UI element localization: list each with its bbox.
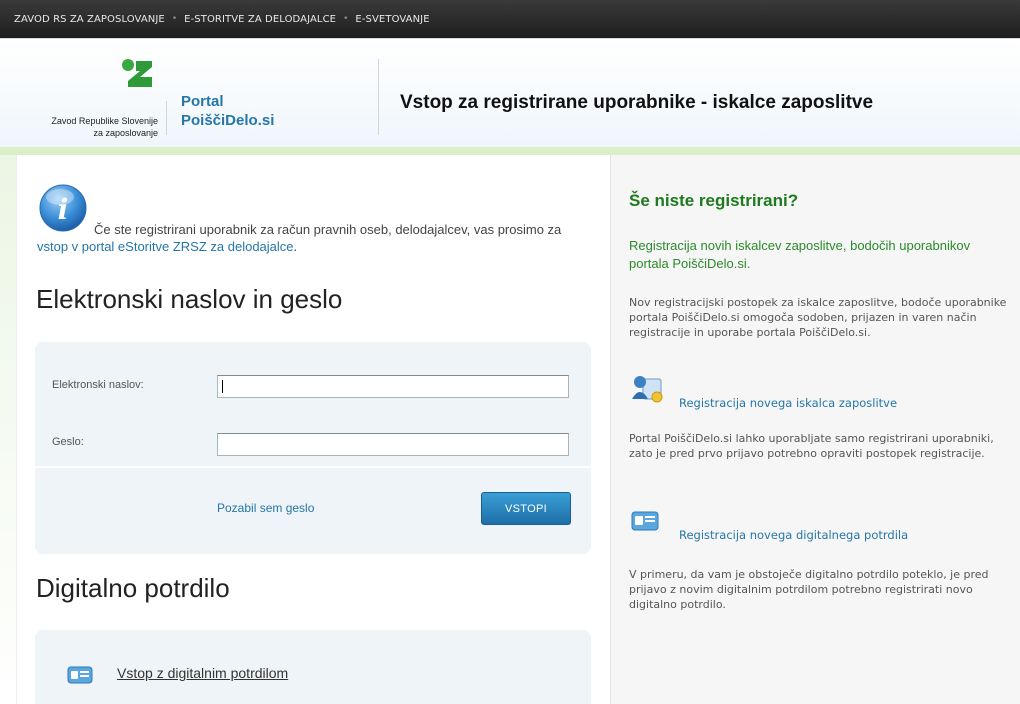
sidebar-lead: Registracija novih iskalcev zaposlitve, … <box>629 238 971 271</box>
user-register-icon <box>632 376 663 403</box>
topnav-separator: • <box>171 14 178 24</box>
topnav-separator: • <box>343 14 349 24</box>
topnav-item-zavod[interactable]: ZAVOD RS ZA ZAPOSLOVANJE <box>14 14 165 25</box>
form-divider <box>35 466 591 468</box>
top-navigation: ZAVOD RS ZA ZAPOSLOVANJE • E-STORITVE ZA… <box>0 0 1020 38</box>
password-field[interactable] <box>217 433 569 456</box>
info-text-before: Če ste registrirani uporabnik za račun p… <box>94 222 562 237</box>
login-form: Elektronski naslov: Geslo: Pozabil sem g… <box>35 342 591 554</box>
id-card-icon <box>67 666 93 684</box>
password-label: Geslo: <box>52 436 84 448</box>
page-header: Zavod Republike Slovenije za zaposlovanj… <box>0 38 1020 147</box>
cert-heading: Digitalno potrdilo <box>36 573 230 603</box>
logo-text-line2: za zaposlovanje <box>93 128 158 138</box>
login-button[interactable]: VSTOPI <box>481 492 571 525</box>
page-title: Vstop za registrirane uporabnike - iskal… <box>400 92 874 113</box>
email-label: Elektronski naslov: <box>52 379 144 391</box>
sidebar-title: Še niste registrirani? <box>629 191 799 210</box>
portal-name-line1: Portal <box>181 93 224 110</box>
info-text-after: . <box>293 239 298 254</box>
registration-sidebar: Še niste registrirani? Registracija novi… <box>610 155 1020 704</box>
cert-box: Vstop z digitalnim potrdilom <box>35 630 591 704</box>
sidebar-paragraph: Portal PoiščiDelo.si lahko uporabljate s… <box>629 432 994 460</box>
zrsz-logo[interactable]: Zavod Republike Slovenije za zaposlovanj… <box>18 59 158 139</box>
sidebar-paragraph: Nov registracijski postopek za iskalce z… <box>629 296 1007 339</box>
estoritve-link[interactable]: vstop v portal eStoritve ZRSZ za delodaj… <box>37 239 294 254</box>
login-heading: Elektronski naslov in geslo <box>36 284 343 314</box>
zrsz-logo-icon <box>122 59 152 87</box>
topnav-item-estoritve[interactable]: E-STORITVE ZA DELODAJALCE <box>184 14 336 25</box>
id-card-icon <box>631 511 659 531</box>
register-jobseeker-link[interactable]: Registracija novega iskalca zaposlitve <box>679 396 897 410</box>
register-certificate-link[interactable]: Registracija novega digitalnega potrdila <box>679 528 908 542</box>
email-field[interactable] <box>217 375 569 398</box>
topnav-item-esvetovanje[interactable]: E-SVETOVANJE <box>355 14 429 25</box>
left-decor-strip <box>0 155 16 704</box>
cert-login-link[interactable]: Vstop z digitalnim potrdilom <box>117 665 288 681</box>
forgot-password-link[interactable]: Pozabil sem geslo <box>217 501 314 515</box>
portal-name[interactable]: Portal PoiščiDelo.si <box>181 92 274 130</box>
sidebar-paragraph: V primeru, da vam je obstoječe digitalno… <box>629 568 989 611</box>
portal-name-line2: PoiščiDelo.si <box>181 112 275 129</box>
header-divider <box>166 101 167 135</box>
header-divider <box>378 59 379 135</box>
logo-text-line1: Zavod Republike Slovenije <box>51 116 158 126</box>
header-green-band <box>0 147 1020 155</box>
info-message: Če ste registrirani uporabnik za račun p… <box>37 221 587 255</box>
